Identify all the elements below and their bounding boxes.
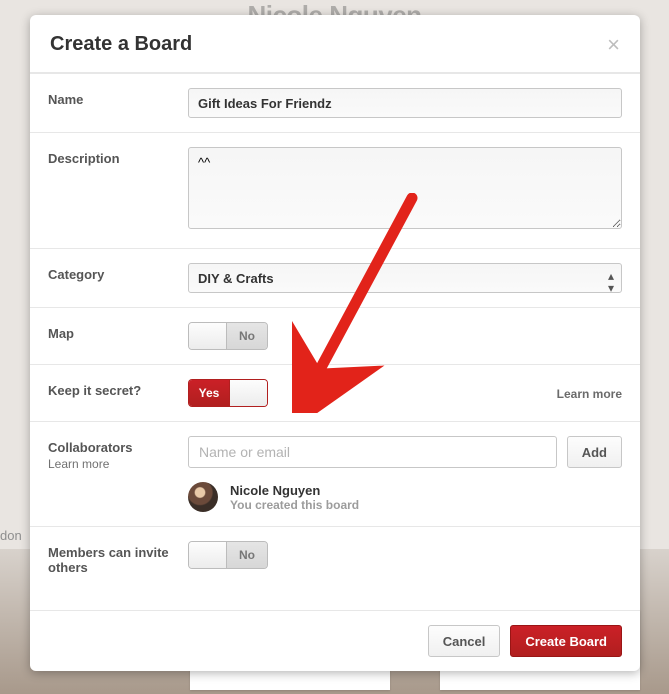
row-map: Map No	[30, 307, 640, 364]
avatar	[188, 482, 218, 512]
cancel-button[interactable]: Cancel	[428, 625, 501, 657]
row-category: Category DIY & Crafts ▴▾	[30, 248, 640, 307]
creator-subtext: You created this board	[230, 498, 359, 512]
category-label: Category	[48, 263, 188, 293]
collaborators-input[interactable]	[188, 436, 557, 468]
creator-name: Nicole Nguyen	[230, 483, 359, 498]
modal-footer: Cancel Create Board	[30, 610, 640, 671]
description-label: Description	[48, 147, 188, 234]
modal-header: Create a Board ×	[30, 15, 640, 73]
members-invite-toggle[interactable]: No	[188, 541, 268, 569]
map-label: Map	[48, 322, 188, 350]
toggle-knob	[189, 542, 227, 568]
row-name: Name	[30, 73, 640, 132]
category-select[interactable]: DIY & Crafts	[188, 263, 622, 293]
modal-title: Create a Board	[50, 33, 192, 56]
secret-label: Keep it secret?	[48, 379, 188, 407]
toggle-state-label: Yes	[189, 380, 229, 406]
secret-toggle[interactable]: Yes	[188, 379, 268, 407]
row-collaborators: Collaborators Learn more Add Nicole Nguy…	[30, 421, 640, 526]
add-collaborator-button[interactable]: Add	[567, 436, 622, 468]
members-invite-label: Members can invite others	[48, 541, 188, 575]
create-board-button[interactable]: Create Board	[510, 625, 622, 657]
close-icon[interactable]: ×	[607, 34, 620, 56]
toggle-state-label: No	[227, 323, 267, 349]
toggle-state-label: No	[227, 542, 267, 568]
map-toggle[interactable]: No	[188, 322, 268, 350]
create-board-modal: Create a Board × Name Description ^^ Cat…	[30, 15, 640, 671]
row-secret: Keep it secret? Yes Learn more	[30, 364, 640, 421]
background-text-fragment: don	[0, 528, 22, 543]
toggle-knob	[229, 380, 267, 406]
collaborators-learn-more-link[interactable]: Learn more	[48, 457, 188, 471]
description-textarea[interactable]: ^^	[188, 147, 622, 229]
name-input[interactable]	[188, 88, 622, 118]
row-description: Description ^^	[30, 132, 640, 248]
name-label: Name	[48, 88, 188, 118]
collaborators-label: Collaborators Learn more	[48, 436, 188, 512]
secret-learn-more-link[interactable]: Learn more	[557, 387, 622, 401]
toggle-knob	[189, 323, 227, 349]
creator-row: Nicole Nguyen You created this board	[188, 482, 622, 512]
row-members-invite: Members can invite others No	[30, 526, 640, 589]
